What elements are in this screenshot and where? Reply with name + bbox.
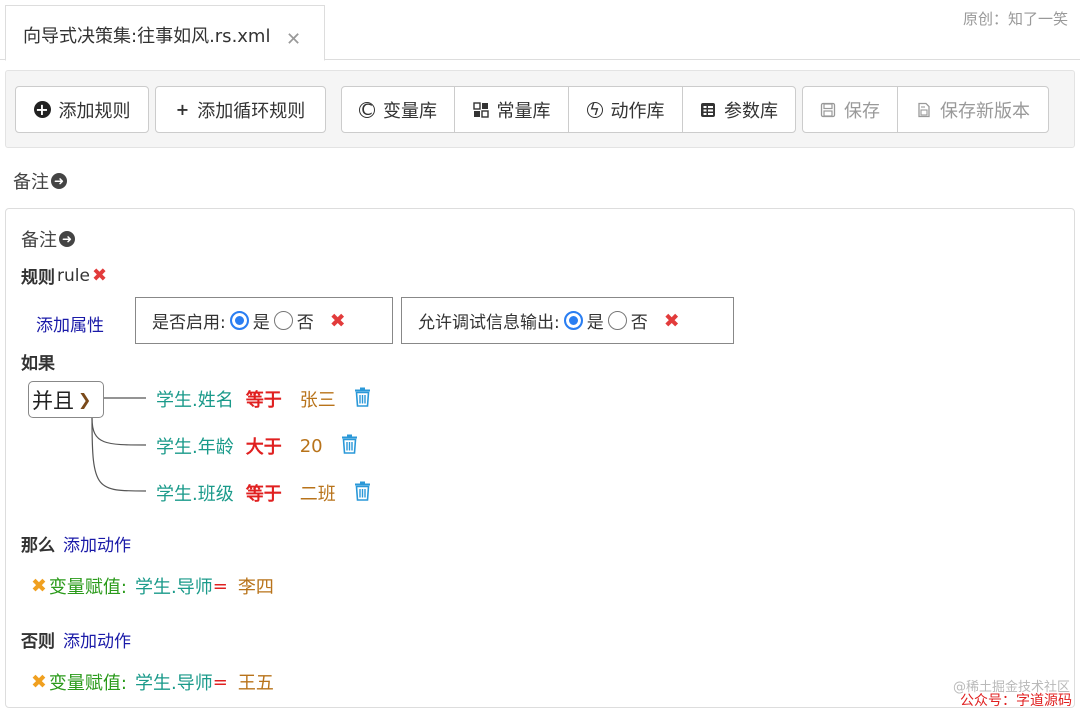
condition-variable[interactable]: 学生.姓名: [156, 386, 234, 412]
remark-toggle[interactable]: 备注 ➜: [13, 168, 67, 194]
arrow-right-circle-icon: ➜: [51, 173, 67, 189]
trash-icon[interactable]: [354, 481, 371, 506]
tab-title: 向导式决策集:往事如风.rs.xml: [23, 26, 271, 47]
chevron-down-icon: ❯: [78, 390, 92, 409]
else-section: 否则 添加动作: [21, 627, 131, 652]
add-else-action-link[interactable]: 添加动作: [63, 627, 131, 652]
toolbar: + 添加规则 + 添加循环规则 C 变量库 常量库 ϟ 动作库 参数库 保存 保…: [5, 70, 1075, 148]
plus-circle-icon: +: [33, 100, 51, 119]
condition-operator[interactable]: 等于: [246, 480, 282, 506]
action-library-label: 动作库: [610, 100, 665, 122]
action-variable[interactable]: 学生.导师: [135, 669, 213, 695]
condition-row: 学生.班级 等于 二班: [156, 480, 371, 506]
close-icon[interactable]: ✕: [286, 31, 301, 49]
action-variable[interactable]: 学生.导师: [135, 573, 213, 599]
action-equals: =: [212, 671, 228, 693]
constant-library-label: 常量库: [496, 100, 551, 122]
condition-operator[interactable]: 等于: [246, 386, 282, 412]
else-action-row: ✖ 变量赋值: 学生.导师 = 王五: [31, 669, 274, 695]
save-new-version-label: 保存新版本: [940, 100, 1030, 122]
add-rule-button[interactable]: + 添加规则: [15, 86, 149, 133]
trash-icon[interactable]: [354, 387, 371, 412]
copyright-icon: C: [359, 101, 375, 118]
add-rule-label: 添加规则: [58, 100, 131, 122]
trash-icon[interactable]: [341, 434, 358, 459]
grid-icon: [472, 101, 489, 118]
file-save-icon: [916, 102, 932, 118]
delete-action-icon[interactable]: ✖: [31, 671, 47, 693]
condition-value[interactable]: 张三: [300, 386, 336, 412]
then-label: 那么: [21, 536, 55, 556]
save-new-version-button[interactable]: 保存新版本: [897, 86, 1049, 133]
rule-panel: 备注 ➜ 规则 rule ✖ 添加属性 是否启用: 是 否 ✖ 允许调试信息输出…: [5, 208, 1075, 708]
add-loop-rule-label: 添加循环规则: [197, 100, 306, 122]
action-type[interactable]: 变量赋值:: [49, 573, 127, 599]
action-equals: =: [212, 575, 228, 597]
flash-icon: ϟ: [586, 101, 603, 118]
condition-variable[interactable]: 学生.班级: [156, 480, 234, 506]
parameter-library-button[interactable]: 参数库: [682, 86, 796, 133]
add-loop-rule-button[interactable]: + 添加循环规则: [155, 86, 326, 133]
floppy-disk-icon: [820, 102, 836, 118]
else-label: 否则: [21, 632, 55, 652]
tab-rule-set[interactable]: 向导式决策集:往事如风.rs.xml ✕: [5, 5, 325, 61]
then-section: 那么 添加动作: [21, 531, 131, 556]
author-label: 原创：知了一笑: [962, 10, 1068, 28]
watermark-account: 公众号：字道源码: [960, 693, 1072, 709]
save-label: 保存: [844, 100, 880, 122]
action-type[interactable]: 变量赋值:: [49, 669, 127, 695]
action-value[interactable]: 李四: [238, 573, 274, 599]
action-value[interactable]: 王五: [238, 669, 274, 695]
variable-library-button[interactable]: C 变量库: [341, 86, 455, 133]
plus-icon: +: [175, 100, 190, 119]
condition-row: 学生.年龄 大于 20: [156, 433, 358, 459]
condition-variable[interactable]: 学生.年龄: [156, 433, 234, 459]
constant-library-button[interactable]: 常量库: [454, 86, 569, 133]
condition-value[interactable]: 二班: [300, 480, 336, 506]
tab-bar: 向导式决策集:往事如风.rs.xml ✕ 原创：知了一笑: [0, 0, 1080, 61]
remark-label: 备注: [13, 172, 49, 193]
condition-operator[interactable]: 大于: [246, 433, 282, 459]
then-action-row: ✖ 变量赋值: 学生.导师 = 李四: [31, 573, 274, 599]
save-button[interactable]: 保存: [802, 86, 898, 133]
action-library-button[interactable]: ϟ 动作库: [568, 86, 683, 133]
parameter-library-label: 参数库: [724, 100, 778, 122]
delete-action-icon[interactable]: ✖: [31, 575, 47, 597]
condition-row: 学生.姓名 等于 张三: [156, 386, 371, 412]
add-then-action-link[interactable]: 添加动作: [63, 531, 131, 556]
condition-value[interactable]: 20: [300, 436, 323, 457]
condition-tree-lines: [91, 397, 147, 492]
join-select[interactable]: 并且 ❯: [28, 381, 104, 418]
list-alt-icon: [700, 102, 716, 118]
variable-library-label: 变量库: [383, 100, 437, 122]
join-value: 并且: [32, 388, 74, 413]
